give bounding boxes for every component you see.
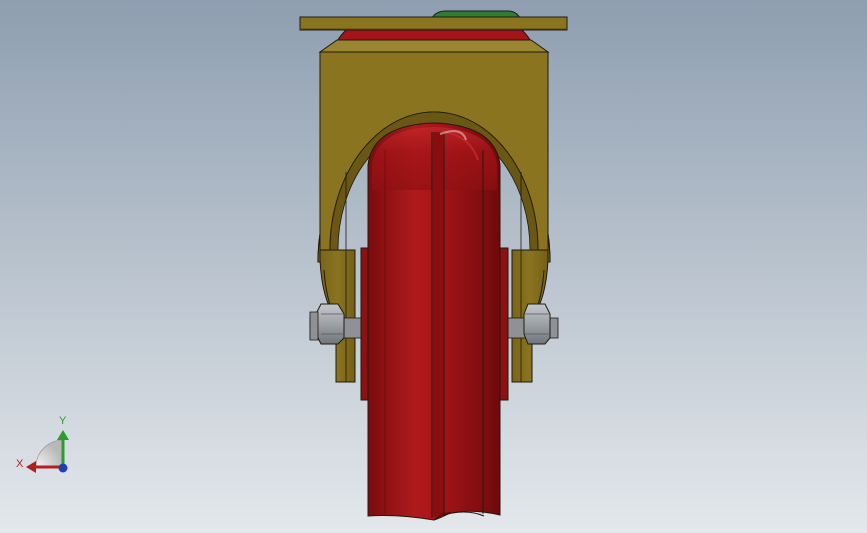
wheel[interactable]	[360, 122, 509, 521]
plate-bearing	[337, 29, 531, 41]
model-canvas[interactable]	[0, 0, 867, 533]
graphics-viewport[interactable]: Y X	[0, 0, 867, 533]
triad-z-axis-dot	[58, 463, 68, 473]
triad-y-label: Y	[59, 415, 67, 427]
plate-body	[299, 16, 568, 31]
bolt-right[interactable]	[523, 303, 551, 345]
triad-x-label: X	[16, 458, 24, 470]
